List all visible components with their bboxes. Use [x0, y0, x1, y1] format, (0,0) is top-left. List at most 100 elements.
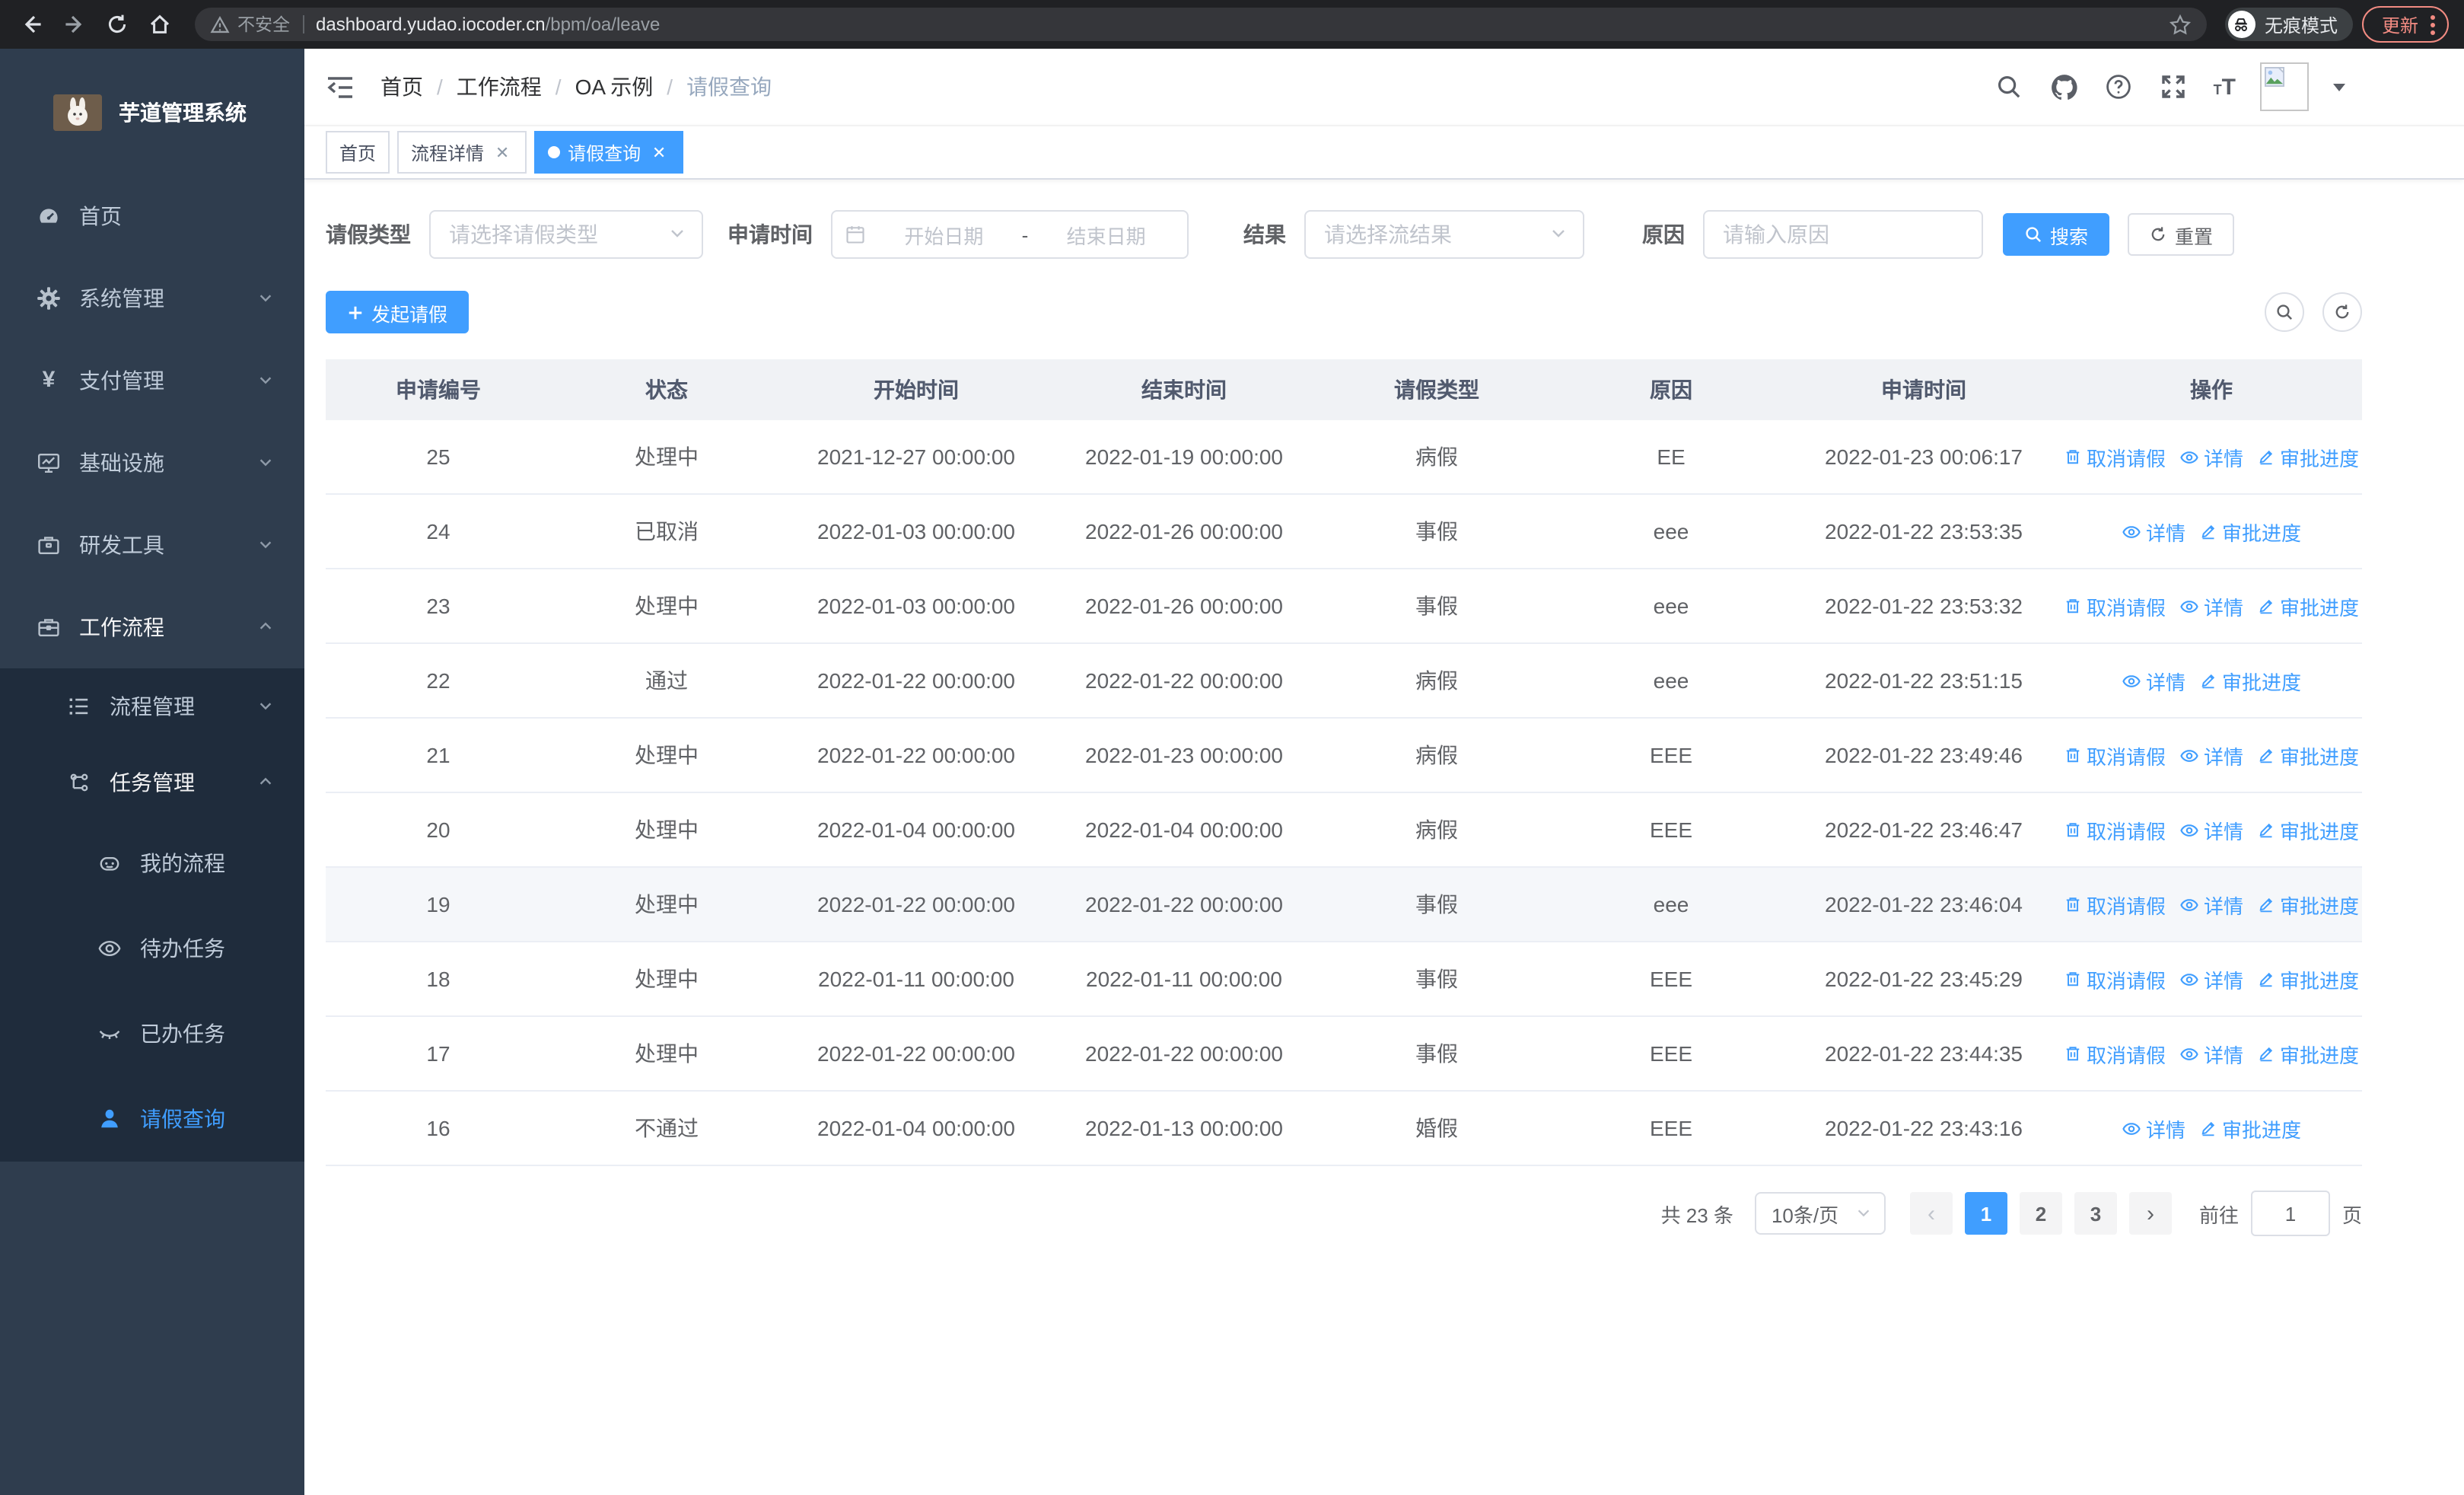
action-progress-link[interactable]: 审批进度 — [2257, 964, 2359, 993]
action-progress-link[interactable]: 审批进度 — [2257, 591, 2359, 620]
show-search-toggle-button[interactable] — [2265, 292, 2304, 332]
browser-back-button[interactable] — [15, 8, 49, 41]
action-progress-link[interactable]: 审批进度 — [2257, 1039, 2359, 1068]
cell-end-time: 2022-01-19 00:00:00 — [1085, 445, 1283, 469]
prev-page-button[interactable]: ‹ — [1909, 1192, 1953, 1235]
sidebar-item-process-management[interactable]: 流程管理 — [0, 668, 304, 744]
breadcrumb-item-home[interactable]: 首页 — [380, 72, 423, 102]
action-detail-link[interactable]: 详情 — [2179, 815, 2243, 844]
browser-update-button[interactable]: 更新 — [2361, 6, 2449, 43]
action-cancel-leave-link[interactable]: 取消请假 — [2064, 1039, 2166, 1068]
security-indicator[interactable]: 不安全 — [210, 12, 290, 37]
cell-leave-type: 婚假 — [1415, 1116, 1458, 1140]
action-cancel-leave-link[interactable]: 取消请假 — [2064, 815, 2166, 844]
action-detail-link[interactable]: 详情 — [2179, 890, 2243, 919]
col-header-type: 请假类型 — [1394, 378, 1479, 402]
help-icon[interactable] — [2104, 72, 2135, 102]
sidebar-item-task-management[interactable]: 任务管理 — [0, 744, 304, 821]
chevron-down-icon[interactable] — [2333, 83, 2345, 91]
action-progress-link[interactable]: 审批进度 — [2257, 442, 2359, 471]
action-progress-link[interactable]: 审批进度 — [2199, 666, 2301, 695]
browser-menu-icon[interactable] — [2431, 14, 2435, 34]
apply-time-range-picker[interactable]: 开始日期 - 结束日期 — [831, 210, 1189, 259]
sidebar-item-leave-query[interactable]: 请假查询 — [0, 1076, 304, 1162]
action-detail-link[interactable]: 详情 — [2179, 591, 2243, 620]
browser-home-button[interactable] — [143, 8, 177, 41]
trash-icon — [2066, 748, 2080, 763]
fullscreen-icon[interactable] — [2159, 72, 2189, 102]
action-progress-link[interactable]: 审批进度 — [2257, 815, 2359, 844]
action-cancel-leave-link[interactable]: 取消请假 — [2064, 591, 2166, 620]
action-cancel-leave-link[interactable]: 取消请假 — [2064, 442, 2166, 471]
col-header-id: 申请编号 — [396, 378, 481, 402]
sidebar-item-system[interactable]: 系统管理 — [0, 257, 304, 339]
action-detail-link[interactable]: 详情 — [2179, 964, 2243, 993]
action-detail-link[interactable]: 详情 — [2122, 1114, 2185, 1143]
cell-actions: 详情 审批进度 — [2061, 666, 2362, 695]
browser-reload-button[interactable] — [100, 8, 134, 41]
trash-icon — [2066, 972, 2080, 987]
action-progress-link[interactable]: 审批进度 — [2257, 741, 2359, 770]
page-size-select[interactable]: 10条/页 — [1754, 1192, 1886, 1235]
action-cancel-leave-link[interactable]: 取消请假 — [2064, 964, 2166, 993]
close-icon[interactable]: ✕ — [492, 142, 513, 163]
table-row: 24 已取消 2022-01-03 00:00:00 2022-01-26 00:00… — [326, 495, 2362, 569]
calendar-icon — [846, 226, 864, 244]
cell-end-time: 2022-01-22 00:00:00 — [1085, 1041, 1283, 1066]
reset-button[interactable]: 重置 — [2128, 213, 2235, 256]
tag-home[interactable]: 首页 — [326, 131, 390, 174]
warning-icon — [210, 14, 230, 33]
action-detail-link[interactable]: 详情 — [2122, 666, 2185, 695]
create-leave-button[interactable]: 发起请假 — [326, 291, 470, 333]
page-button-2[interactable]: 2 — [2019, 1192, 2062, 1235]
font-size-icon[interactable]: TT — [2214, 74, 2236, 100]
dashboard-icon — [37, 204, 61, 228]
search-icon[interactable] — [1994, 72, 2025, 102]
tag-process-detail[interactable]: 流程详情 ✕ — [397, 131, 527, 174]
action-cancel-leave-link[interactable]: 取消请假 — [2064, 741, 2166, 770]
reason-input[interactable] — [1703, 210, 1983, 259]
browser-forward-button[interactable] — [58, 8, 91, 41]
breadcrumb-item-oa[interactable]: OA 示例 — [575, 72, 654, 102]
action-detail-link[interactable]: 详情 — [2179, 1039, 2243, 1068]
action-progress-link[interactable]: 审批进度 — [2257, 890, 2359, 919]
sidebar-item-todo-tasks[interactable]: 待办任务 — [0, 906, 304, 991]
github-icon[interactable] — [2049, 72, 2080, 102]
incognito-icon — [2227, 11, 2255, 38]
address-bar[interactable]: 不安全 dashboard.yudao.iocoder.cn/bpm/oa/le… — [195, 8, 2207, 41]
sidebar-item-infrastructure[interactable]: 基础设施 — [0, 422, 304, 504]
goto-page-input[interactable] — [2250, 1191, 2330, 1236]
next-page-button[interactable]: › — [2128, 1192, 2172, 1235]
breadcrumb-item-workflow[interactable]: 工作流程 — [457, 72, 542, 102]
sidebar: 芋道管理系统 首页 系统管理 ¥ 支付管理 基础设施 研发工具 工作流程 流程管… — [0, 49, 304, 1495]
sidebar-item-payment[interactable]: ¥ 支付管理 — [0, 339, 304, 422]
eye-icon — [2180, 749, 2198, 761]
action-detail-link[interactable]: 详情 — [2179, 442, 2243, 471]
sidebar-item-devtools[interactable]: 研发工具 — [0, 504, 304, 586]
action-detail-link[interactable]: 详情 — [2179, 741, 2243, 770]
bookmark-star-icon[interactable] — [2169, 13, 2192, 36]
sidebar-item-done-tasks[interactable]: 已办任务 — [0, 991, 304, 1076]
sidebar-collapse-icon[interactable] — [326, 72, 356, 102]
cell-end-time: 2022-01-22 00:00:00 — [1085, 668, 1283, 693]
tag-leave-query[interactable]: 请假查询 ✕ — [534, 131, 684, 174]
close-icon[interactable]: ✕ — [648, 142, 670, 163]
sidebar-item-home[interactable]: 首页 — [0, 175, 304, 257]
search-button[interactable]: 搜索 — [2003, 213, 2110, 256]
leave-type-select[interactable]: 请选择请假类型 — [429, 210, 703, 259]
action-progress-link[interactable]: 审批进度 — [2199, 517, 2301, 546]
sidebar-item-my-process[interactable]: 我的流程 — [0, 821, 304, 906]
action-detail-link[interactable]: 详情 — [2122, 517, 2185, 546]
result-select[interactable]: 请选择流结果 — [1304, 210, 1584, 259]
action-progress-link[interactable]: 审批进度 — [2199, 1114, 2301, 1143]
refresh-table-button[interactable] — [2322, 292, 2362, 332]
end-date-placeholder: 结束日期 — [1066, 225, 1146, 247]
sidebar-item-workflow[interactable]: 工作流程 — [0, 586, 304, 668]
cell-reason: eee — [1653, 594, 1689, 618]
avatar[interactable] — [2260, 62, 2309, 111]
flow-tree-icon — [67, 770, 91, 795]
page-button-3[interactable]: 3 — [2074, 1192, 2117, 1235]
page-button-1[interactable]: 1 — [1964, 1192, 2007, 1235]
cell-leave-type: 事假 — [1415, 594, 1458, 618]
action-cancel-leave-link[interactable]: 取消请假 — [2064, 890, 2166, 919]
